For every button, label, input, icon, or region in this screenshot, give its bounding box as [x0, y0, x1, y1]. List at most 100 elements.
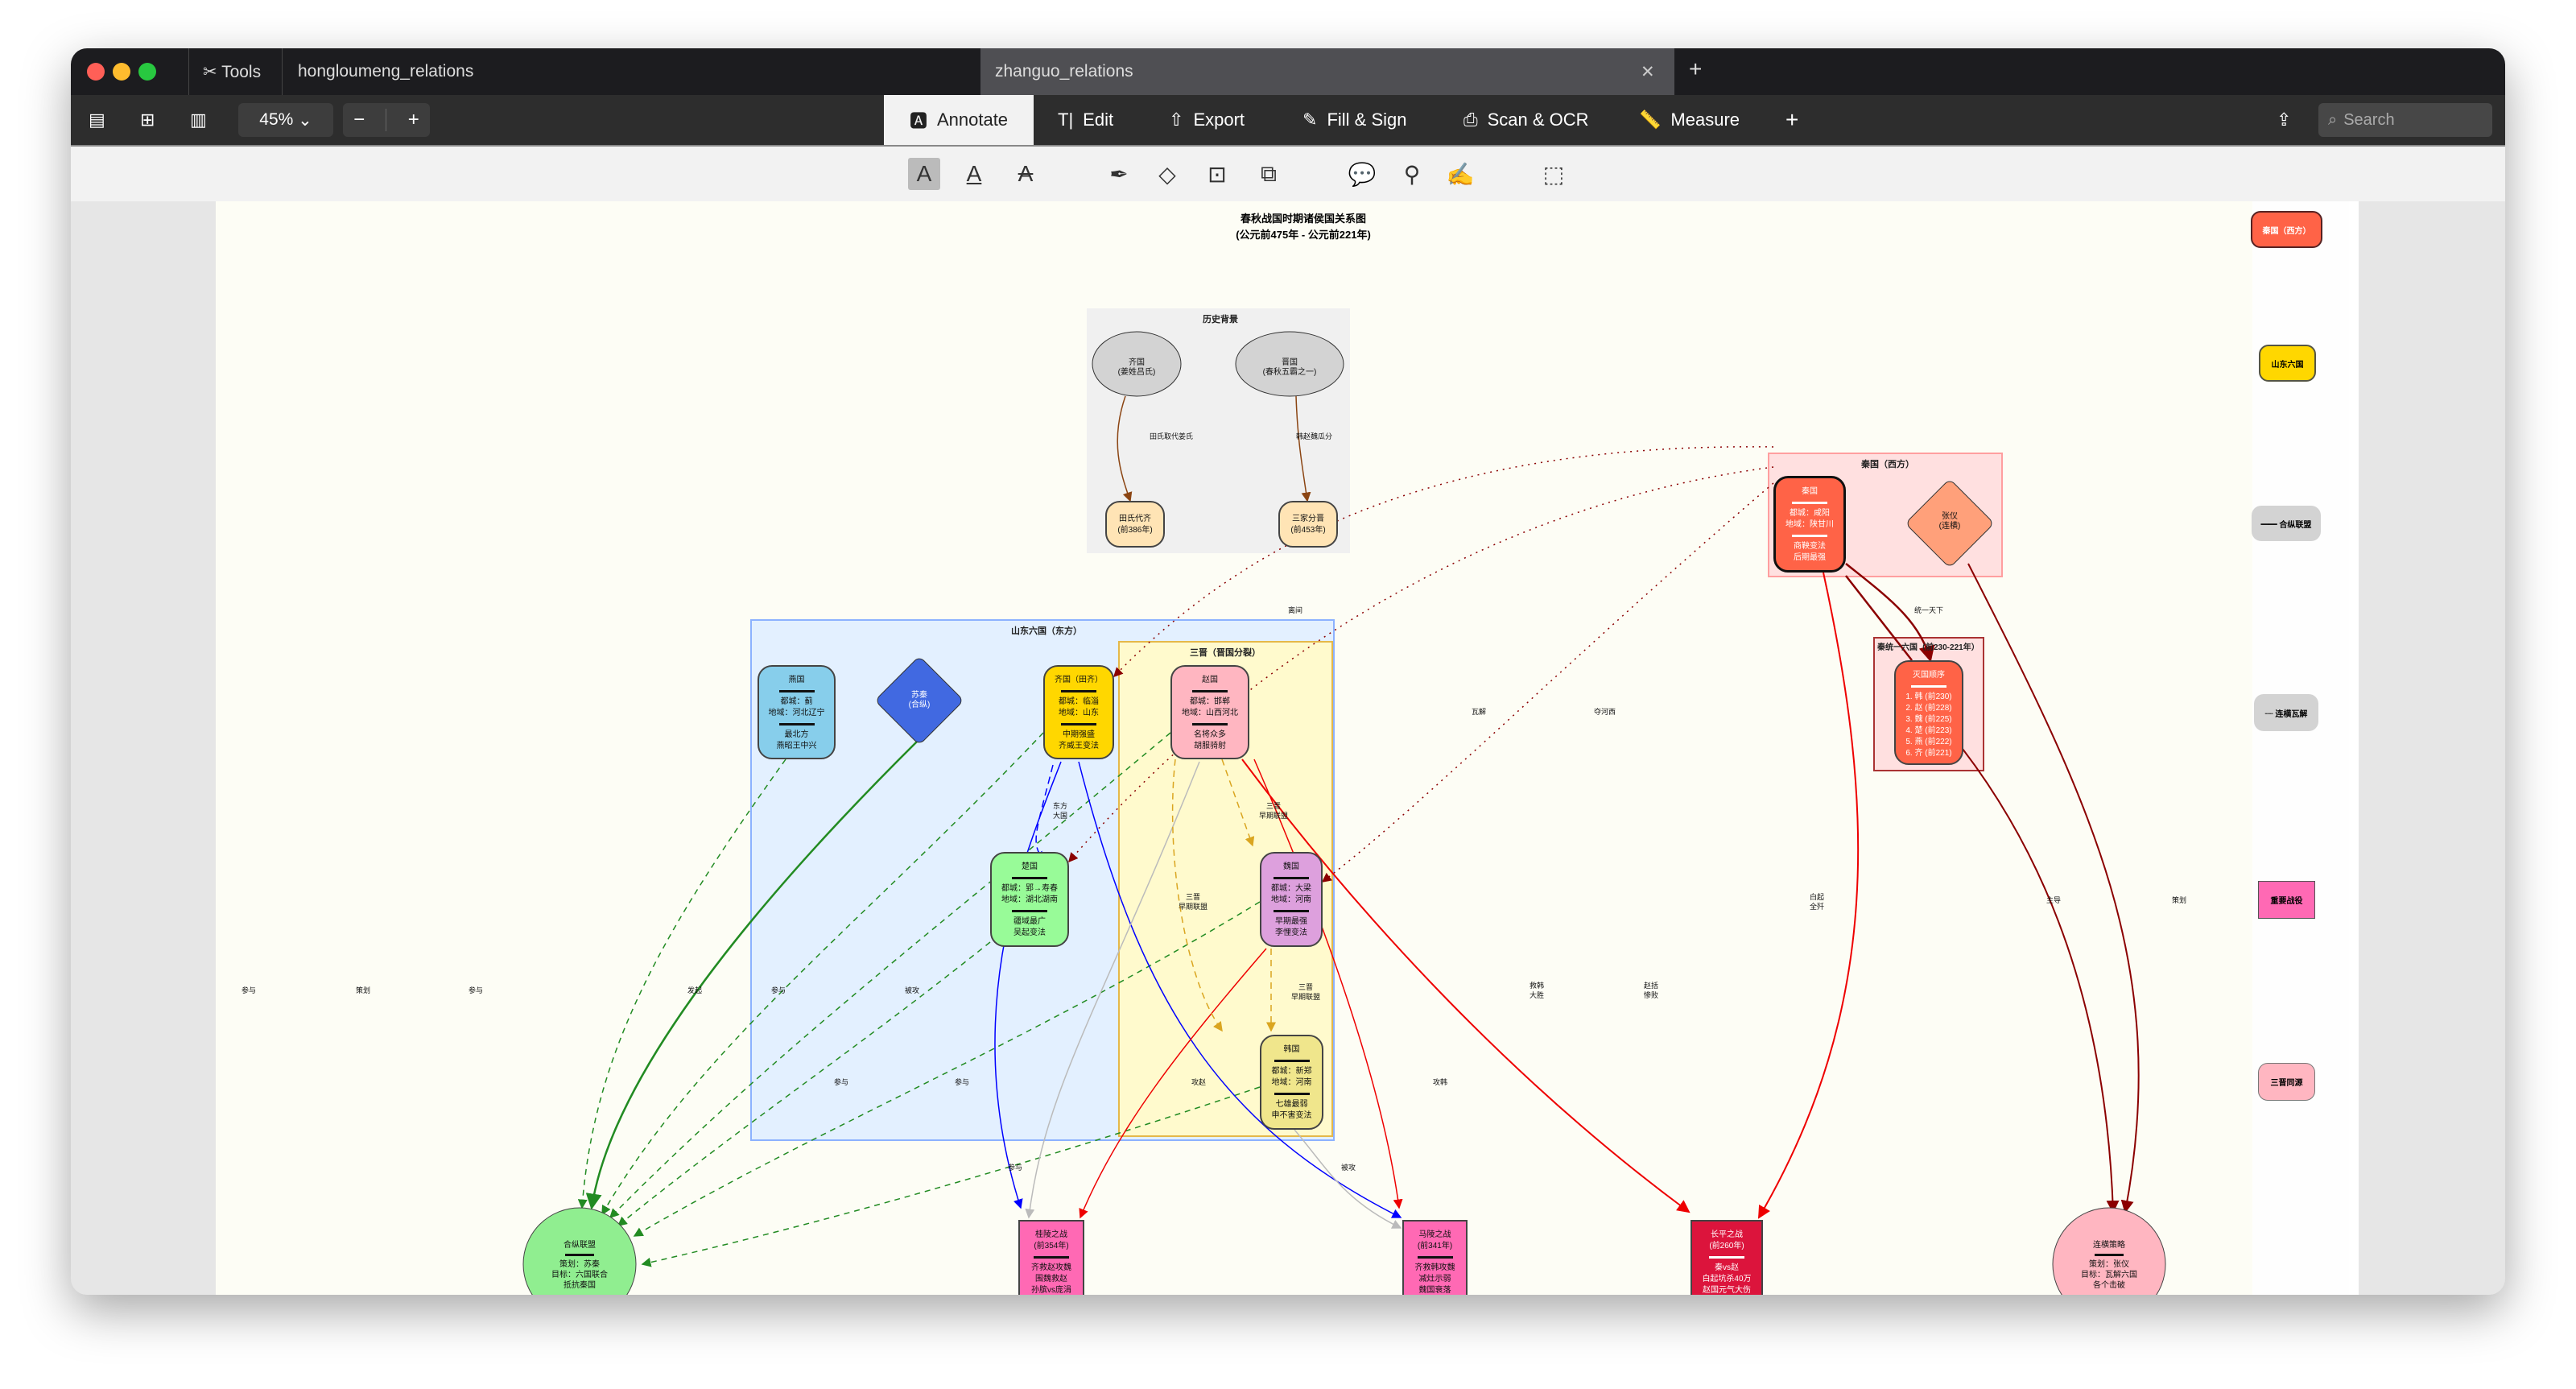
cluster-east-label: 山东六国（东方）: [1011, 626, 1082, 636]
edge-label: 发起: [687, 986, 703, 994]
node-han[interactable]: 韩国 都城：新郑 地域：河南 七雄最弱 申不害变法: [1260, 1035, 1323, 1130]
edge-label: 瓦解: [1472, 708, 1487, 716]
tools-button[interactable]: ✂ Tools: [203, 62, 261, 82]
ruler-icon: 📏: [1639, 110, 1662, 130]
edge-label: 统一天下: [1914, 606, 1944, 614]
comment-icon[interactable]: 💬: [1346, 158, 1378, 190]
edge-label: 白起 全歼: [1810, 893, 1825, 911]
node-jin-old-label: 晋国 (春秋五霸之一): [1262, 358, 1317, 377]
share-icon[interactable]: ⇪: [2277, 95, 2291, 145]
stamp-icon[interactable]: ⚲: [1396, 158, 1428, 190]
node-changping[interactable]: 长平之战 (前260年) 秦vs赵 白起坑杀40万 赵国元气大伤: [1690, 1220, 1763, 1295]
diagram-page: 春秋战国时期诸侯国关系图 (公元前475年 - 公元前221年) 历史背景 秦国（…: [216, 201, 2359, 1295]
selection-rect-icon[interactable]: ⬚: [1538, 158, 1570, 190]
node-qi-old-label: 齐国 (姜姓吕氏): [1117, 358, 1156, 377]
annotation-toolbar: A A A ✒ ◇ ⊡ ⧉ 💬 ⚲ ✍ ⬚: [71, 145, 2505, 201]
legend-sanjin: 三晋同源: [2258, 1063, 2315, 1101]
node-qi[interactable]: 齐国（田齐） 都城：临淄 地域：山东 中期强盛 齐威王变法: [1043, 665, 1114, 759]
close-window-button[interactable]: [87, 63, 105, 81]
legend-lianheng: ┈ 连横瓦解: [2254, 694, 2318, 731]
mode-fill-sign[interactable]: ✎ Fill & Sign: [1302, 95, 1406, 145]
edge-label: 参与: [771, 986, 786, 994]
edge-label: 离间: [1288, 606, 1303, 614]
underline-text-icon[interactable]: A: [958, 158, 990, 190]
node-hezong-label: 合纵联盟 策划：苏秦 目标：六国联合 抵抗秦国: [551, 1241, 608, 1290]
diagram-title: 春秋战国时期诸侯国关系图 (公元前475年 - 公元前221年): [1236, 213, 1371, 241]
text-box-icon[interactable]: ⊡: [1201, 158, 1233, 190]
edge-label: 三晋 早期联盟: [1259, 802, 1289, 820]
tools-icon: ✂: [203, 63, 222, 81]
edge-label: 赵括 惨败: [1644, 982, 1659, 999]
edge-label: 田氏取代姜氏: [1150, 432, 1194, 440]
search-icon: ⌕: [2328, 110, 2338, 129]
node-guiling[interactable]: 桂陵之战 (前354年) 齐救赵攻魏 围魏救赵 孙膑vs庞涓: [1018, 1220, 1084, 1295]
legend-battle: 重要战役: [2258, 881, 2315, 919]
mode-export[interactable]: ⇧ Export: [1169, 95, 1245, 145]
new-tab-button[interactable]: +: [1689, 56, 1702, 82]
export-icon: ⇧: [1169, 110, 1184, 130]
thumbnails-icon[interactable]: ⊞: [140, 95, 155, 145]
edge-label: 参与: [955, 1078, 970, 1086]
maximize-window-button[interactable]: [138, 63, 156, 81]
edge-label: 参与: [469, 986, 484, 994]
shapes-icon[interactable]: ⧉: [1253, 158, 1285, 190]
zoom-in-button[interactable]: +: [408, 109, 419, 131]
mode-measure[interactable]: 📏 Measure: [1639, 95, 1740, 145]
cluster-qin-label: 秦国（西方）: [1861, 460, 1914, 469]
edge-label: 三晋 早期联盟: [1179, 893, 1208, 911]
edge-label: 攻赵: [1191, 1078, 1207, 1086]
zoom-out-button[interactable]: −: [353, 109, 365, 131]
node-chu[interactable]: 楚国 都城：郢→寿春 地域：湖北湖南 疆域最广 吴起变法: [990, 852, 1069, 947]
edge-label: 夺河西: [1594, 708, 1616, 716]
edge-label: 韩赵魏瓜分: [1296, 432, 1333, 440]
strikethrough-text-icon[interactable]: A: [1009, 158, 1042, 190]
tab-hongloumeng[interactable]: hongloumeng_relations: [298, 62, 473, 81]
minimize-window-button[interactable]: [113, 63, 130, 81]
mode-scan-ocr[interactable]: ⎙ Scan & OCR: [1463, 95, 1589, 145]
main-toolbar: ▤ ⊞ ▥ 45% ⌄ − + 🅰 Annotate T| Edit ⇧ Export …: [71, 95, 2505, 145]
edge-label: 主导: [2046, 896, 2062, 904]
add-tool-button[interactable]: +: [1785, 95, 1798, 145]
edge-label: 参与: [242, 986, 257, 994]
pen-icon[interactable]: ✒: [1103, 158, 1135, 190]
cluster-history-label: 历史背景: [1203, 315, 1238, 325]
node-sanjia-fen-jin[interactable]: 三家分晋 (前453年): [1278, 501, 1338, 548]
edge-label: 三晋 早期联盟: [1291, 983, 1321, 1001]
node-qin[interactable]: 秦国 都城：咸阳 地域：陕甘川 商鞅变法 后期最强: [1773, 476, 1846, 573]
app-window: ✂ Tools hongloumeng_relations zhanguo_re…: [71, 48, 2505, 1295]
text-cursor-icon: T|: [1058, 110, 1074, 130]
eraser-icon[interactable]: ◇: [1151, 158, 1183, 190]
scan-icon: ⎙: [1463, 110, 1478, 130]
tab-zhanguo-active[interactable]: zhanguo_relations ✕: [980, 48, 1674, 95]
node-maling[interactable]: 马陵之战 (前341年) 齐救韩攻魏 减灶示弱 魏国衰落: [1402, 1220, 1468, 1295]
edge-label: 攻韩: [1433, 1078, 1448, 1086]
zoom-select[interactable]: 45% ⌄: [238, 103, 333, 137]
node-mie-guo-order[interactable]: 灭国顺序 1. 韩 (前230) 2. 赵 (前228) 3. 魏 (前225) 4.…: [1894, 660, 1963, 765]
page-layout-icon[interactable]: ▥: [190, 95, 207, 145]
mode-annotate[interactable]: 🅰 Annotate: [884, 95, 1034, 145]
edge-label: 东方 大国: [1053, 802, 1068, 820]
edge-label: 参与: [834, 1078, 849, 1086]
node-zhao[interactable]: 赵国 都城：邯郸 地域：山西河北 名将众多 胡服骑射: [1170, 665, 1249, 759]
legend-hezong: ━━ 合纵联盟: [2252, 506, 2321, 541]
sidebar-toggle-icon[interactable]: ▤: [89, 95, 105, 145]
highlight-text-icon[interactable]: A: [908, 158, 940, 190]
node-tian-dai-qi[interactable]: 田氏代齐 (前386年): [1105, 501, 1165, 548]
legend-east: 山东六国: [2259, 345, 2316, 382]
cluster-sanjin-label: 三晋（晋国分裂）: [1190, 648, 1261, 658]
node-suqin-label: 苏秦 (合纵): [908, 691, 931, 709]
edge-label: 被攻: [905, 986, 920, 994]
close-tab-icon[interactable]: ✕: [1641, 62, 1655, 82]
fill-sign-icon: ✎: [1302, 110, 1318, 130]
legend-qin: 秦国（西方）: [2251, 211, 2322, 248]
node-yan[interactable]: 燕国 都城：蓟 地域：河北辽宁 最北方 燕昭王中兴: [758, 665, 836, 759]
cluster-unify-label: 秦统一六国（前230-221年）: [1877, 643, 1979, 652]
signature-icon[interactable]: ✍: [1444, 158, 1476, 190]
node-wei[interactable]: 魏国 都城：大梁 地域：河南 早期最强 李悝变法: [1260, 852, 1323, 947]
edge-label: 策划: [2172, 896, 2187, 904]
search-input[interactable]: ⌕ Search: [2318, 103, 2492, 137]
edge-label: 被攻: [1341, 1164, 1356, 1172]
mode-edit[interactable]: T| Edit: [1058, 95, 1113, 145]
edge-label: 参与: [1008, 1164, 1023, 1172]
edge-label: 策划: [356, 986, 371, 994]
